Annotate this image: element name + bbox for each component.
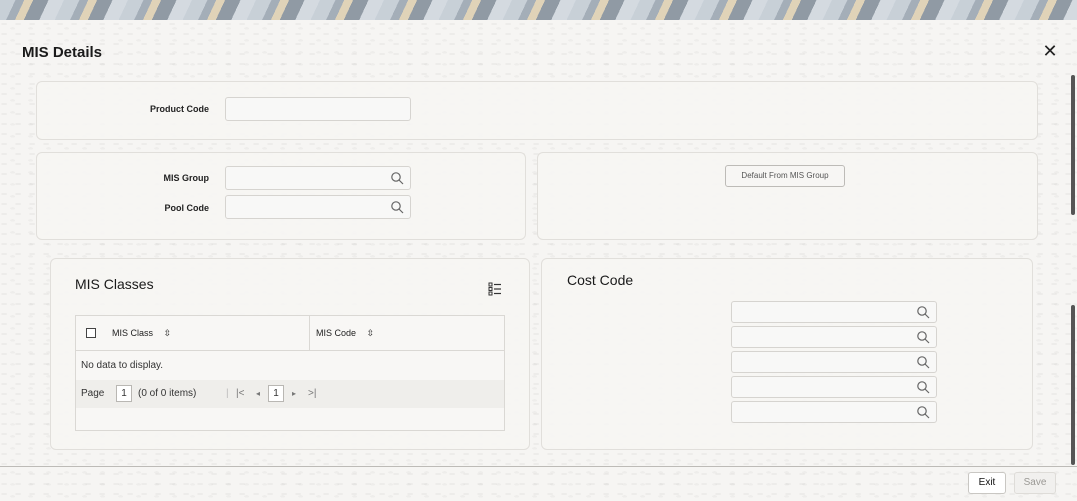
cost-code-input-4[interactable] [731, 376, 937, 398]
search-icon[interactable] [916, 380, 930, 394]
page-label: Page [81, 388, 105, 399]
column-separator [309, 316, 310, 350]
column-chooser-icon[interactable] [488, 282, 502, 296]
header-background-band [0, 0, 1077, 20]
cost-code-input-2[interactable] [731, 326, 937, 348]
mis-group-input[interactable] [225, 166, 411, 190]
mis-group-label: MIS Group [163, 173, 210, 183]
search-icon[interactable] [916, 355, 930, 369]
cost-code-input-1[interactable] [731, 301, 937, 323]
exit-button[interactable]: Exit [968, 472, 1006, 494]
sort-icon[interactable]: ⇳ [367, 328, 375, 338]
select-all-checkbox[interactable] [86, 328, 96, 338]
mis-details-dialog: MIS Details ✕ Product Code MIS Group Poo… [0, 20, 1077, 501]
mis-classes-title: MIS Classes [75, 276, 154, 292]
sort-icon[interactable]: ⇳ [164, 328, 172, 338]
scrollbar-thumb[interactable] [1071, 305, 1075, 465]
default-from-mis-group-button[interactable]: Default From MIS Group [725, 165, 845, 187]
items-count: (0 of 0 items) [138, 388, 197, 399]
cost-code-input-3[interactable] [731, 351, 937, 373]
product-code-label: Product Code [149, 104, 209, 114]
pager-separator: | [226, 388, 229, 399]
next-page-icon[interactable]: ▸ [292, 389, 296, 398]
dialog-title: MIS Details [22, 44, 103, 61]
footer-divider [0, 466, 1077, 467]
cost-code-title: Cost Code [567, 272, 634, 288]
page-number-input[interactable]: 1 [116, 385, 132, 402]
pool-code-input[interactable] [225, 195, 411, 219]
header-divider [76, 350, 504, 351]
column-header-label: MIS Class [112, 328, 154, 338]
first-page-icon[interactable]: |< [236, 388, 244, 399]
current-page-button[interactable]: 1 [268, 385, 284, 402]
pagination-bar: Page 1 (0 of 0 items) | |< ◂ 1 ▸ >| [76, 380, 504, 408]
previous-page-icon[interactable]: ◂ [256, 389, 260, 398]
last-page-icon[interactable]: >| [308, 388, 316, 399]
cost-code-input-5[interactable] [731, 401, 937, 423]
column-header-mis-code[interactable]: MIS Code ⇳ [316, 316, 374, 350]
scrollbar-thumb[interactable] [1071, 75, 1075, 215]
search-icon[interactable] [916, 305, 930, 319]
save-button[interactable]: Save [1014, 472, 1056, 494]
search-icon[interactable] [390, 200, 404, 214]
search-icon[interactable] [916, 330, 930, 344]
empty-table-message: No data to display. [81, 360, 164, 371]
column-header-label: MIS Code [316, 328, 357, 338]
pool-code-label: Pool Code [164, 203, 210, 213]
search-icon[interactable] [916, 405, 930, 419]
search-icon[interactable] [390, 171, 404, 185]
product-code-input[interactable] [225, 97, 411, 121]
close-icon[interactable]: ✕ [1041, 42, 1059, 60]
column-header-mis-class[interactable]: MIS Class ⇳ [112, 316, 171, 350]
mis-classes-table: MIS Class ⇳ MIS Code ⇳ No data to displa… [75, 315, 505, 431]
